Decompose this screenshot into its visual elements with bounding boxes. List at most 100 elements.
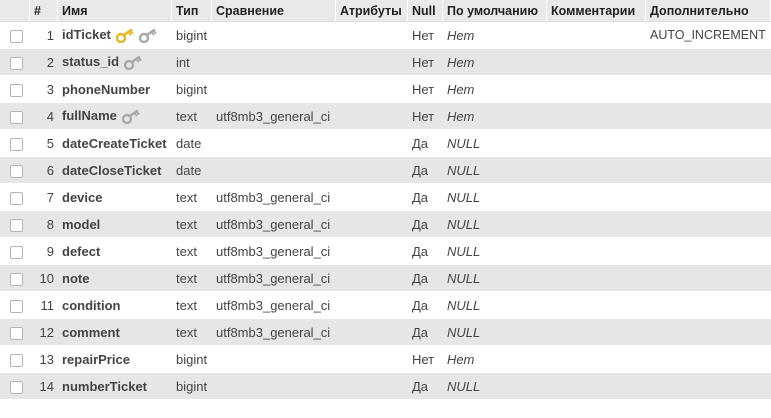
table-row[interactable]: 4 fullName text utf8mb3_general_ci Нет Нет [0, 103, 771, 130]
row-checkbox[interactable] [10, 272, 23, 286]
column-collation: utf8mb3_general_ci [212, 103, 336, 130]
row-number: 13 [30, 346, 58, 373]
row-checkbox[interactable] [10, 218, 23, 232]
column-type: text [172, 103, 212, 130]
row-checkbox[interactable] [10, 353, 23, 367]
row-checkbox[interactable] [10, 56, 23, 70]
header-null[interactable]: Null [408, 0, 443, 22]
table-row[interactable]: 8 model text utf8mb3_general_ci Да NULL [0, 211, 771, 238]
column-name: status_id [62, 54, 120, 70]
column-name: model [62, 216, 101, 232]
column-attributes [336, 103, 408, 130]
column-default: Нет [443, 103, 547, 130]
column-default: NULL [443, 373, 547, 400]
table-row[interactable]: 14 numberTicket bigint Да NULL [0, 373, 771, 400]
table-row[interactable]: 10 note text utf8mb3_general_ci Да NULL [0, 265, 771, 292]
row-select-cell [0, 49, 30, 76]
table-row[interactable]: 1 idTicket bigint Нет Нет AUTO_INCREMENT [0, 22, 771, 49]
column-comments [547, 346, 646, 373]
column-type: bigint [172, 22, 212, 49]
column-type: text [172, 211, 212, 238]
column-name-cell: condition [58, 292, 172, 319]
column-attributes [336, 292, 408, 319]
table-row[interactable]: 11 condition text utf8mb3_general_ci Да NULL [0, 292, 771, 319]
column-comments [547, 49, 646, 76]
column-null: Да [408, 211, 443, 238]
row-select-cell [0, 319, 30, 346]
column-collation [212, 346, 336, 373]
column-name-cell: fullName [58, 103, 172, 130]
header-comments[interactable]: Комментарии [547, 0, 646, 22]
column-extra [646, 184, 771, 211]
column-null: Нет [408, 76, 443, 103]
header-type[interactable]: Тип [172, 0, 212, 22]
column-collation [212, 157, 336, 184]
column-collation: utf8mb3_general_ci [212, 319, 336, 346]
row-number: 4 [30, 103, 58, 130]
table-row[interactable]: 2 status_id int Нет Нет [0, 49, 771, 76]
column-attributes [336, 157, 408, 184]
column-null: Нет [408, 346, 443, 373]
column-collation [212, 130, 336, 157]
row-select-cell [0, 76, 30, 103]
row-checkbox[interactable] [10, 245, 23, 259]
row-checkbox[interactable] [10, 110, 23, 124]
header-extra[interactable]: Дополнительно [646, 0, 771, 22]
column-name-cell: numberTicket [58, 373, 172, 400]
column-name-cell: device [58, 184, 172, 211]
column-type: text [172, 184, 212, 211]
column-comments [547, 184, 646, 211]
row-checkbox[interactable] [10, 137, 23, 151]
row-number: 6 [30, 157, 58, 184]
column-comments [547, 103, 646, 130]
column-name-cell: note [58, 265, 172, 292]
column-collation [212, 22, 336, 49]
header-default[interactable]: По умолчанию [443, 0, 547, 22]
table-row[interactable]: 6 dateCloseTicket date Да NULL [0, 157, 771, 184]
row-checkbox[interactable] [10, 29, 23, 43]
column-type: date [172, 157, 212, 184]
table-row[interactable]: 9 defect text utf8mb3_general_ci Да NULL [0, 238, 771, 265]
header-collation[interactable]: Сравнение [212, 0, 336, 22]
column-default: NULL [443, 292, 547, 319]
header-select [0, 0, 30, 22]
header-hash[interactable]: # [30, 0, 58, 22]
table-row[interactable]: 3 phoneNumber bigint Нет Нет [0, 76, 771, 103]
row-checkbox[interactable] [10, 164, 23, 178]
header-name[interactable]: Имя [58, 0, 172, 22]
column-extra [646, 373, 771, 400]
column-null: Да [408, 373, 443, 400]
index-key-icon [138, 28, 157, 43]
row-select-cell [0, 211, 30, 238]
column-comments [547, 292, 646, 319]
column-attributes [336, 373, 408, 400]
row-number: 1 [30, 22, 58, 49]
column-type: bigint [172, 373, 212, 400]
row-checkbox[interactable] [10, 83, 23, 97]
row-select-cell [0, 373, 30, 400]
column-extra [646, 346, 771, 373]
row-number: 9 [30, 238, 58, 265]
row-checkbox[interactable] [10, 191, 23, 205]
column-type: int [172, 49, 212, 76]
column-attributes [336, 76, 408, 103]
column-name: device [62, 189, 103, 205]
column-extra: AUTO_INCREMENT [646, 22, 771, 49]
table-row[interactable]: 12 comment text utf8mb3_general_ci Да NULL [0, 319, 771, 346]
column-null: Да [408, 319, 443, 346]
row-checkbox[interactable] [10, 326, 23, 340]
column-extra [646, 238, 771, 265]
column-name: condition [62, 297, 121, 313]
column-name-cell: dateCreateTicket [58, 130, 172, 157]
header-attributes[interactable]: Атрибуты [336, 0, 408, 22]
table-row[interactable]: 7 device text utf8mb3_general_ci Да NULL [0, 184, 771, 211]
column-collation [212, 373, 336, 400]
column-attributes [336, 49, 408, 76]
column-comments [547, 76, 646, 103]
column-collation [212, 76, 336, 103]
table-row[interactable]: 13 repairPrice bigint Нет Нет [0, 346, 771, 373]
column-extra [646, 103, 771, 130]
table-row[interactable]: 5 dateCreateTicket date Да NULL [0, 130, 771, 157]
row-checkbox[interactable] [10, 380, 23, 394]
row-checkbox[interactable] [10, 299, 23, 313]
